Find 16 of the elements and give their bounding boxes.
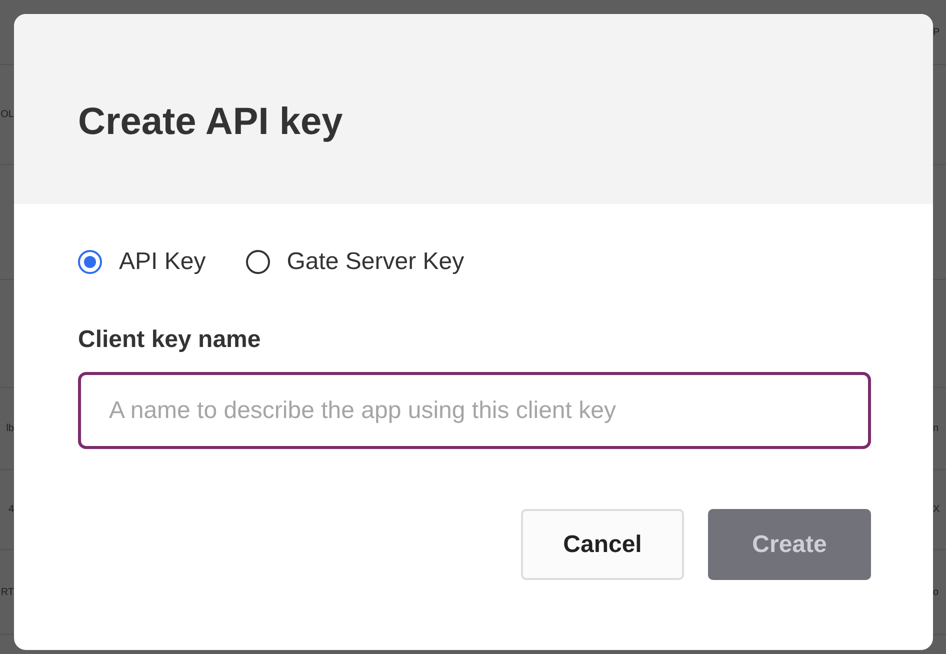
table-cell: o (933, 586, 939, 598)
radio-button[interactable] (78, 250, 102, 274)
table-cell: P (933, 26, 940, 38)
dialog-title: Create API key (78, 100, 343, 144)
table-cell: OL (0, 109, 14, 120)
radio-option[interactable]: API Key (78, 248, 206, 276)
name-input-field[interactable]: A name to describe the app using this client key (78, 372, 871, 449)
radio-button[interactable] (246, 250, 270, 274)
table-cell: X (933, 504, 940, 515)
field-label: Client key name (78, 326, 262, 354)
table-cell: n (933, 423, 939, 434)
table-cell: lb (6, 423, 14, 434)
table-cell: RT (0, 586, 14, 598)
radio-option[interactable]: Gate Server Key (246, 248, 464, 276)
table-cell: 4 (8, 504, 14, 515)
cancel-button[interactable]: Cancel (521, 509, 684, 580)
